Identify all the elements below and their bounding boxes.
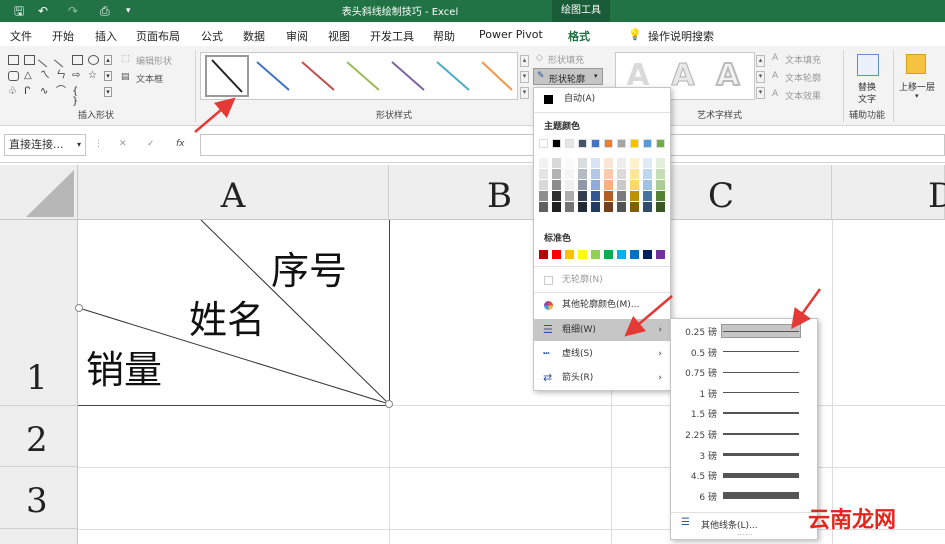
red-arrow-quarter-point [791, 288, 822, 330]
red-arrow-weight [624, 295, 673, 337]
red-arrow-styles [194, 97, 236, 133]
annotation-arrows [194, 97, 822, 337]
watermark-logo: 云南龙网 [808, 508, 897, 533]
